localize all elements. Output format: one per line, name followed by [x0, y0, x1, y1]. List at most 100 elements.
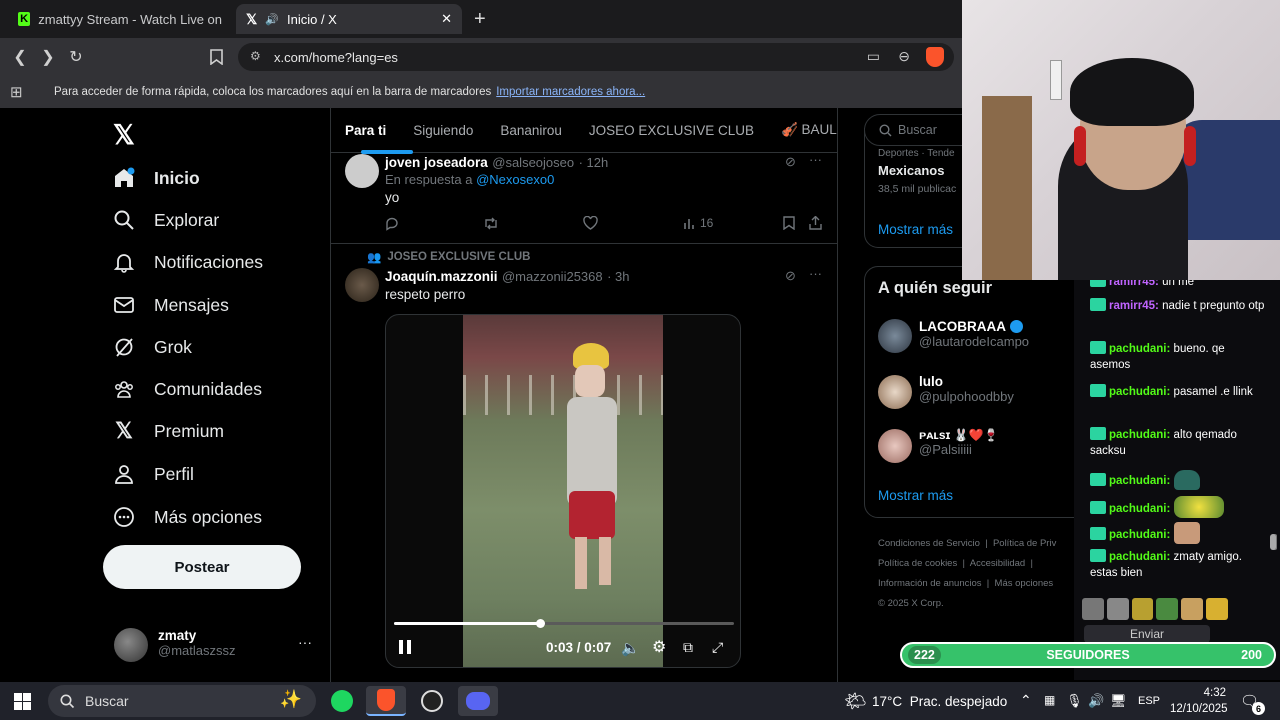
page-scrollbar[interactable]	[1270, 534, 1276, 550]
more-icon[interactable]: ···	[809, 266, 822, 281]
cast-icon[interactable]: ▭	[867, 48, 880, 65]
discord-icon[interactable]	[458, 686, 498, 716]
video-player[interactable]: 0:03 / 0:07 🔈 ⚙ ⧉ ⤢	[385, 314, 741, 668]
nav-item-grok[interactable]: Grok	[112, 327, 192, 367]
emote-icon	[1082, 598, 1104, 620]
nav-item-communities[interactable]: Comunidades	[112, 369, 262, 409]
address-bar[interactable]: ⚙ x.com/home?lang=es ▭ ⊖	[238, 43, 954, 71]
chat-message: pachudani: alto qemado sacksu	[1090, 427, 1237, 457]
apps-grid-icon[interactable]: ⊞	[10, 83, 23, 101]
show-more-follow[interactable]: Mostrar más	[878, 488, 953, 503]
reply-icon[interactable]	[385, 216, 400, 231]
bookmark-icon[interactable]	[783, 216, 795, 230]
spotify-icon[interactable]	[322, 686, 362, 716]
more-icon[interactable]: ···	[809, 152, 822, 167]
site-info-icon[interactable]: ⚙	[250, 49, 261, 63]
nav-item-home[interactable]: Inicio	[112, 158, 200, 198]
pip-icon[interactable]: ⧉	[683, 639, 693, 656]
microphone-icon[interactable]: 🎙	[1066, 693, 1083, 709]
language-indicator[interactable]: ESP	[1138, 695, 1160, 707]
bookmark-bar: ⊞ Para acceder de forma rápida, coloca l…	[0, 76, 962, 108]
chat-message: pachudani:	[1090, 522, 1266, 544]
taskbar-search[interactable]: Buscar ✨	[48, 685, 316, 717]
kick-logo-icon: K	[18, 12, 31, 26]
send-button[interactable]: Enviar	[1084, 625, 1210, 643]
volume-icon[interactable]: 🔈	[621, 639, 640, 657]
tray-app-icon[interactable]: ▦	[1044, 693, 1055, 707]
new-tab-icon[interactable]: +	[474, 8, 486, 31]
close-tab-icon[interactable]: ✕	[441, 11, 452, 27]
chat-badge-icon	[1090, 298, 1106, 311]
windows-start-icon[interactable]	[14, 693, 31, 710]
clock[interactable]: 4:32 12/10/2025	[1170, 685, 1228, 717]
video-time: 0:03 / 0:07	[546, 640, 612, 655]
zoom-icon[interactable]: ⊖	[898, 48, 910, 65]
avatar[interactable]	[114, 628, 148, 662]
nav-item-more[interactable]: Más opciones	[112, 497, 262, 537]
views-button[interactable]: 16	[683, 216, 713, 230]
network-icon[interactable]: 🖥	[1110, 693, 1127, 709]
tweet[interactable]: joven joseadora @salseojoseo · 12h En re…	[331, 152, 837, 244]
account-switcher[interactable]: zmaty @matlaszssz	[158, 628, 236, 658]
tab-para-ti[interactable]: Para ti	[345, 123, 386, 138]
volume-icon[interactable]: 🔊	[1088, 693, 1104, 709]
tab-x-home[interactable]: 𝕏 🔊 Inicio / X ✕	[236, 4, 462, 34]
nav-item-messages[interactable]: Mensajes	[112, 285, 229, 325]
nav-item-premium[interactable]: 𝕏 Premium	[112, 411, 224, 451]
post-button[interactable]: Postear	[103, 545, 301, 589]
repost-icon[interactable]	[483, 216, 499, 231]
trend-item[interactable]: Mexicanos	[878, 163, 944, 178]
chevron-up-icon[interactable]: ⌃	[1020, 692, 1032, 709]
tweet[interactable]: 👥 JOSEO EXCLUSIVE CLUB Joaquín.mazzonii …	[331, 246, 837, 720]
weather-widget[interactable]: 17°C Prac. despejado	[872, 694, 1007, 709]
back-icon[interactable]: ❮	[8, 46, 32, 68]
show-more-trends[interactable]: Mostrar más	[878, 222, 953, 237]
reload-icon[interactable]: ↻	[64, 46, 88, 68]
account-more-icon[interactable]: ···	[298, 634, 312, 650]
avatar[interactable]	[878, 319, 912, 353]
grok-icon[interactable]: ⊘	[785, 268, 796, 284]
video-scrubber[interactable]	[394, 619, 734, 628]
weather-icon[interactable]: 🌤	[844, 691, 867, 712]
emote-icon	[1106, 598, 1129, 620]
chat-badge-icon	[1090, 501, 1106, 514]
fullscreen-icon[interactable]: ⤢	[712, 639, 723, 656]
webcam-overlay	[962, 0, 1280, 280]
grok-icon	[112, 335, 136, 359]
share-icon[interactable]	[809, 216, 822, 230]
chat-badge-icon	[1090, 384, 1106, 397]
avatar[interactable]	[878, 375, 912, 409]
tab-baulo[interactable]: 🎻 BAULO CL	[781, 122, 837, 138]
nav-item-explore[interactable]: Explorar	[112, 200, 219, 240]
nav-item-notifications[interactable]: Notificaciones	[112, 242, 263, 282]
chat-message: pachudani:	[1090, 496, 1266, 518]
suggestion-item[interactable]: lulo @pulpohoodbby	[919, 374, 1014, 404]
search-icon	[112, 208, 136, 232]
suggestion-item[interactable]: ᴘᴀʟsɪ 🐰❤️🍷 @Palsiiiii	[919, 428, 999, 457]
bookmark-icon[interactable]	[204, 46, 228, 68]
verified-badge-icon	[1010, 320, 1023, 333]
tab-siguiendo[interactable]: Siguiendo	[413, 123, 473, 138]
mail-icon	[112, 293, 136, 317]
brave-shield-icon[interactable]	[926, 47, 944, 67]
follower-goal-bar: 222 SEGUIDORES 200	[900, 642, 1276, 668]
obs-icon[interactable]	[412, 686, 452, 716]
tab-joseo-club[interactable]: JOSEO EXCLUSIVE CLUB	[589, 123, 754, 138]
grok-icon[interactable]: ⊘	[785, 154, 796, 170]
tab-bananirou[interactable]: Bananirou	[500, 123, 562, 138]
pause-icon[interactable]	[398, 639, 412, 655]
x-logo-icon[interactable]: 𝕏	[113, 120, 135, 151]
settings-icon[interactable]: ⚙	[652, 637, 666, 657]
nav-item-profile[interactable]: Perfil	[112, 454, 194, 494]
tab-kick-stream[interactable]: K zmattyy Stream - Watch Live on Kick	[8, 4, 234, 34]
suggestion-item[interactable]: LACOBRAAA @lautarodeIcampo	[919, 319, 1029, 349]
import-bookmarks-link[interactable]: Importar marcadores ahora...	[496, 86, 645, 98]
emote-bar[interactable]	[1082, 598, 1228, 620]
forward-icon[interactable]: ❯	[36, 46, 60, 68]
emote-icon	[1156, 598, 1179, 620]
like-icon[interactable]	[583, 216, 598, 230]
avatar[interactable]	[345, 154, 379, 188]
brave-icon[interactable]	[366, 686, 406, 716]
avatar[interactable]	[345, 268, 379, 302]
avatar[interactable]	[878, 429, 912, 463]
